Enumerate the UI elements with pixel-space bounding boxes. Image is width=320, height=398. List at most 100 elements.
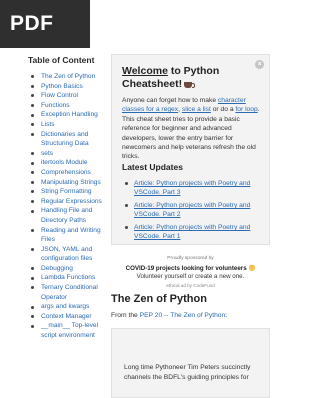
coffee-icon [184, 81, 196, 88]
toc-item-debugging[interactable]: Debugging [28, 264, 104, 274]
toc-item-label[interactable]: Reading and Writing Files [41, 227, 101, 244]
toc-item-label[interactable]: Manipulating Strings [41, 179, 101, 186]
bullet-icon [31, 75, 34, 79]
zen-heading: The Zen of Python [111, 293, 207, 305]
sponsor-label: Proudly sponsored by [167, 256, 214, 261]
latest-updates-list: Article: Python projects with Poetry and… [122, 179, 264, 245]
slice-link[interactable]: slice a list [182, 106, 211, 113]
toc-item-string-formatting[interactable]: String Formatting [28, 187, 104, 197]
toc-item-ternary-conditional-operator[interactable]: Ternary Conditional Operator [28, 283, 104, 302]
pdf-badge-label: PDF [10, 12, 54, 35]
toc-item-lists[interactable]: Lists [28, 120, 104, 130]
toc-item-json-yaml-and-configuration-files[interactable]: JSON, YAML and configuration files [28, 245, 104, 264]
intro-heading: Welcome to Python Cheatsheet! [122, 65, 257, 90]
bullet-icon [31, 161, 34, 165]
bullet-icon [125, 226, 128, 230]
bullet-icon [31, 267, 34, 271]
intro-text-part: . This cheat sheet tries to provide a ba… [122, 106, 260, 161]
sponsor-main-text[interactable]: COVID-19 projects looking for volunteers [126, 265, 247, 272]
toc-item-label[interactable]: JSON, YAML and configuration files [41, 246, 92, 263]
toc-item-label[interactable]: String Formatting [41, 188, 92, 195]
quote-box: Long time Pythoneer Tim Peters succinctl… [111, 328, 270, 398]
bullet-icon [31, 209, 34, 213]
toc-item-lambda-functions[interactable]: Lambda Functions [28, 273, 104, 283]
toc-item-itertools-module[interactable]: itertools Module [28, 158, 104, 168]
toc-item-main-top-level-script-environment[interactable]: __main__ Top-level script environment [28, 321, 104, 340]
toc-title: Table of Content [28, 55, 95, 65]
toc-item-label[interactable]: The Zen of Python [41, 73, 95, 80]
bullet-icon [31, 84, 34, 88]
bullet-icon [31, 180, 34, 184]
toc-item-the-zen-of-python[interactable]: The Zen of Python [28, 72, 104, 82]
sponsor-subtext: Volunteer yourself or create a new one. [136, 273, 245, 280]
intro-text: Anyone can forget how to make character … [122, 96, 262, 162]
toc-item-label[interactable]: __main__ Top-level script environment [41, 322, 98, 339]
ethical-ad-note[interactable]: ethical ad by CodeFund [111, 283, 270, 288]
toc-item-python-basics[interactable]: Python Basics [28, 82, 104, 92]
latest-update-item[interactable]: Article: Python projects with Poetry and… [122, 223, 264, 242]
toc-item-exception-handling[interactable]: Exception Handling [28, 110, 104, 120]
toc-item-label[interactable]: Dictionaries and Structuring Data [41, 131, 89, 148]
toc-item-label[interactable]: Regular Expressions [41, 198, 102, 205]
bullet-icon [125, 204, 128, 208]
toc-item-manipulating-strings[interactable]: Manipulating Strings [28, 178, 104, 188]
bullet-icon [31, 104, 34, 108]
toc-item-regular-expressions[interactable]: Regular Expressions [28, 197, 104, 207]
toc-item-context-manager[interactable]: Context Manager [28, 312, 104, 322]
toc-item-label[interactable]: Context Manager [41, 313, 92, 320]
toc-item-label[interactable]: itertools Module [41, 159, 88, 166]
toc-item-label[interactable]: sets [41, 150, 53, 157]
toc-item-reading-and-writing-files[interactable]: Reading and Writing Files [28, 226, 104, 245]
toc-item-comprehensions[interactable]: Comprehensions [28, 168, 104, 178]
bullet-icon [125, 182, 128, 186]
bullet-icon [31, 200, 34, 204]
toc-item-label[interactable]: Ternary Conditional Operator [41, 284, 98, 301]
intro-text-part: or do a [210, 106, 236, 114]
toc-item-args-and-kwargs[interactable]: args and kwargs [28, 302, 104, 312]
pdf-badge: PDF [0, 0, 90, 48]
toc-item-label[interactable]: args and kwargs [41, 303, 89, 310]
bullet-icon [31, 276, 34, 280]
toc-item-sets[interactable]: sets [28, 149, 104, 159]
toc-list: The Zen of Python Python Basics Flow Contr… [28, 72, 104, 341]
latest-update-item[interactable]: Article: Python projects with Poetry and… [122, 201, 264, 220]
bullet-icon [31, 113, 34, 117]
bullet-icon [31, 247, 34, 251]
pep20-link[interactable]: PEP 20 -- The Zen of Python [140, 312, 226, 319]
latest-updates-heading: Latest Updates [122, 162, 183, 172]
toc-item-label[interactable]: Lambda Functions [41, 274, 95, 281]
toc-item-label[interactable]: Python Basics [41, 83, 83, 90]
bullet-icon [31, 228, 34, 232]
quote-text: Long time Pythoneer Tim Peters succinctl… [124, 364, 251, 381]
bullet-icon [31, 305, 34, 309]
zen-from-suffix: : [225, 312, 228, 319]
zen-from-prefix: From the [111, 312, 140, 319]
toc-item-label[interactable]: Lists [41, 121, 55, 128]
welcome-link[interactable]: Welcome [122, 65, 168, 77]
for-loop-link[interactable]: for loop [235, 106, 257, 113]
bullet-icon [31, 132, 34, 136]
toc-item-label[interactable]: Functions [41, 102, 70, 109]
toc-item-flow-control[interactable]: Flow Control [28, 91, 104, 101]
latest-update-link[interactable]: Article: Python projects with Poetry and… [134, 180, 250, 196]
toc-item-dictionaries-and-structuring-data[interactable]: Dictionaries and Structuring Data [28, 130, 104, 149]
bullet-icon [31, 190, 34, 194]
bullet-icon [31, 171, 34, 175]
bullet-icon [31, 286, 34, 290]
toc-item-label[interactable]: Debugging [41, 265, 73, 272]
toc-item-label[interactable]: Exception Handling [41, 111, 98, 118]
intro-text-part: Anyone can forget how to make [122, 97, 218, 104]
zen-from-line: From the PEP 20 -- The Zen of Python: [111, 312, 281, 319]
latest-update-link[interactable]: Article: Python projects with Poetry and… [134, 202, 250, 218]
toc-item-functions[interactable]: Functions [28, 101, 104, 111]
latest-update-link[interactable]: Article: Python projects with Poetry and… [134, 224, 250, 240]
sponsor-link[interactable]: COVID-19 projects looking for volunteers [111, 265, 270, 273]
toc-item-label[interactable]: Comprehensions [41, 169, 91, 176]
bullet-icon [31, 315, 34, 319]
toc-item-handling-file-and-directory-paths[interactable]: Handling File and Directory Paths [28, 206, 104, 225]
toc-item-label[interactable]: Flow Control [41, 92, 78, 99]
raised-hand-icon [249, 265, 256, 271]
toc-item-label[interactable]: Handling File and Directory Paths [41, 207, 92, 224]
bullet-icon [31, 123, 34, 127]
latest-update-item[interactable]: Article: Python projects with Poetry and… [122, 179, 264, 198]
